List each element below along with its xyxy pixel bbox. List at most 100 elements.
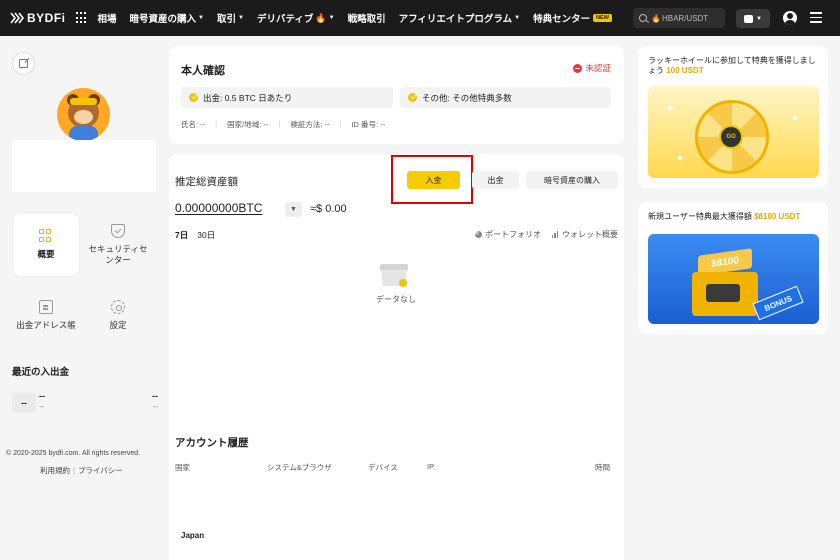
chevron-down-icon: ▼ xyxy=(238,15,244,21)
bar-chart-icon xyxy=(552,231,559,238)
nav-strategy-trading[interactable]: 戦略取引 xyxy=(348,11,386,25)
promo-text: ラッキーホイールに参加して特典を獲得しましょう 100 USDT xyxy=(648,56,816,75)
view-links: ポートフォリオ ウォレット概要 xyxy=(464,229,618,240)
history-cell-country: Japan xyxy=(181,531,205,540)
legal-links: 利用規約 | プライバシー xyxy=(40,466,123,475)
kyc-status-text: 未認証 xyxy=(585,63,611,73)
check-icon xyxy=(189,93,198,102)
terms-link[interactable]: 利用規約 xyxy=(40,466,70,475)
search-hot-pair: HBAR/USDT xyxy=(661,13,709,23)
user-account-icon[interactable] xyxy=(783,11,797,25)
wheel-go-button: GO xyxy=(719,125,743,149)
shield-icon xyxy=(111,224,125,239)
privacy-link[interactable]: プライバシー xyxy=(78,466,123,475)
history-col-system-browser: システム&ブラウザ xyxy=(267,463,332,472)
promo-text: 新規ユーザー特典最大獲得額 $8100 USDT xyxy=(648,212,801,221)
edit-profile-button[interactable] xyxy=(12,52,35,75)
nav-rewards-center[interactable]: 特典センター NEW xyxy=(533,11,612,25)
withdraw-button[interactable]: 出金 xyxy=(472,171,519,189)
wallet-menu-button[interactable]: ▼ xyxy=(736,9,770,28)
new-user-bonus-promo-card[interactable]: 新規ユーザー特典最大獲得額 $8100 USDT $8100 BONUS xyxy=(638,202,828,334)
estimated-assets-card: 推定総資産額 入金 出金 暗号資産の購入 0.00000000BTC ▼ ≈$ … xyxy=(169,154,624,560)
gift-box-icon xyxy=(692,272,758,316)
kyc-perk-text: 出金: 0.5 BTC 日あたり xyxy=(203,92,293,103)
sidebar-item-label: セキュリティセンター xyxy=(88,244,148,265)
recent-transfer-time: -- xyxy=(39,402,45,411)
total-balance-btc: 0.00000000BTC xyxy=(175,201,263,215)
recent-transfer-row: -- -- -- -- -- xyxy=(12,391,158,415)
recent-transfer-amount: -- xyxy=(152,391,158,401)
recent-transfer-status: -- xyxy=(152,402,158,411)
wallet-overview-link[interactable]: ウォレット概要 xyxy=(552,229,618,240)
nav-buy-crypto[interactable]: 暗号資産の購入 ▼ xyxy=(130,11,204,25)
fire-icon: 🔥 xyxy=(651,13,661,23)
promo-highlight: $8100 USDT xyxy=(754,212,801,221)
kyc-field-method: 検証方法: -- xyxy=(290,120,330,129)
tab-7-days[interactable]: 7日 xyxy=(175,229,188,241)
deposit-highlight-box xyxy=(391,155,473,204)
chevron-down-icon: ▼ xyxy=(514,15,521,21)
left-sidebar: 概要 セキュリティセンター 出金アドレス帳 設定 最近の入出金 -- -- --… xyxy=(0,36,163,560)
empty-state-icon xyxy=(380,262,408,288)
sidebar-item-label: 設定 xyxy=(109,320,127,331)
edit-icon xyxy=(19,59,28,68)
sidebar-item-address-book[interactable]: 出金アドレス帳 xyxy=(13,284,79,347)
sidebar-item-security[interactable]: セキュリティセンター xyxy=(85,213,151,276)
kyc-status-link[interactable]: 未認証 xyxy=(573,62,611,74)
sidebar-item-settings[interactable]: 設定 xyxy=(85,284,151,347)
bonus-tag: BONUS xyxy=(752,285,804,321)
nav-derivatives[interactable]: デリバティブ 🔥 ▼ xyxy=(257,11,335,26)
kyc-field-name: 氏名: -- xyxy=(181,120,206,129)
nav-affiliate[interactable]: アフィリエイトプログラム ▼ xyxy=(399,11,520,25)
nav-trade[interactable]: 取引 ▼ xyxy=(217,11,244,25)
nav-markets[interactable]: 相場 xyxy=(98,11,117,25)
unverified-icon xyxy=(573,63,583,73)
sidebar-item-label: 概要 xyxy=(37,249,55,260)
chevron-down-icon: ▼ xyxy=(328,15,335,21)
currency-dropdown[interactable]: ▼ xyxy=(285,202,302,217)
kyc-field-country: 国家/地域: -- xyxy=(227,120,269,129)
kyc-field-id: ID 番号: -- xyxy=(351,120,386,129)
assets-title: 推定総資産額 xyxy=(175,176,238,188)
user-name-box xyxy=(12,140,156,192)
pie-chart-icon xyxy=(475,231,482,238)
lucky-wheel-image: GO xyxy=(648,86,819,178)
bonus-gift-image: $8100 BONUS xyxy=(648,234,819,324)
history-col-time: 時間 xyxy=(595,463,610,472)
kyc-title: 本人確認 xyxy=(181,65,225,77)
kyc-perk-withdrawal: 出金: 0.5 BTC 日あたり xyxy=(181,87,393,108)
brand-logo[interactable]: BYDFi xyxy=(10,11,66,25)
search-icon xyxy=(639,14,647,22)
sidebar-item-overview[interactable]: 概要 xyxy=(13,213,79,276)
chevron-down-icon: ▼ xyxy=(198,15,204,21)
chevron-down-icon: ▼ xyxy=(756,15,762,22)
sidebar-item-label: 出金アドレス帳 xyxy=(16,320,76,331)
top-nav-bar: BYDFi 相場 暗号資産の購入 ▼ 取引 ▼ デリバティブ 🔥 ▼ 戦略取引 アフィリ… xyxy=(0,0,840,36)
total-balance-usd: ≈$ 0.00 xyxy=(310,203,347,215)
buy-crypto-button[interactable]: 暗号資産の購入 xyxy=(526,171,618,189)
main-nav: 相場 暗号資産の購入 ▼ 取引 ▼ デリバティブ 🔥 ▼ 戦略取引 アフィリエイトプログ… xyxy=(98,11,625,25)
kyc-fields: 氏名: -- | 国家/地域: -- | 検証方法: -- | ID 番号: -- xyxy=(181,119,386,129)
history-col-country: 国家 xyxy=(175,463,190,472)
portfolio-link[interactable]: ポートフォリオ xyxy=(475,229,541,240)
tab-30-days[interactable]: 30日 xyxy=(197,229,215,241)
search-input[interactable]: 🔥 HBAR/USDT xyxy=(633,8,725,28)
fire-icon: 🔥 xyxy=(315,12,327,23)
wallet-overview-label: ウォレット概要 xyxy=(562,230,618,239)
recent-transfer-asset: -- xyxy=(39,391,45,401)
hamburger-menu-icon[interactable] xyxy=(810,12,822,23)
apps-grid-icon[interactable] xyxy=(75,12,88,24)
address-book-icon xyxy=(39,300,53,315)
identity-verification-card: 本人確認 未認証 出金: 0.5 BTC 日あたり その他: その他特典多数 氏… xyxy=(169,46,624,144)
brand-name: BYDFi xyxy=(27,11,66,25)
copyright-text: © 2020-2025 bydfi.com. All rights reserv… xyxy=(6,450,140,457)
overview-grid-icon xyxy=(39,229,53,243)
logo-icon xyxy=(10,12,24,24)
history-col-ip: IP xyxy=(427,462,435,471)
recent-transfers-title: 最近の入出金 xyxy=(12,367,70,378)
lucky-wheel-promo-card[interactable]: ラッキーホイールに参加して特典を獲得しましょう 100 USDT GO xyxy=(638,46,828,188)
kyc-perk-other: その他: その他特典多数 xyxy=(400,87,611,108)
kyc-perk-text: その他: その他特典多数 xyxy=(422,92,512,103)
avatar xyxy=(57,88,110,141)
new-badge: NEW xyxy=(593,14,612,22)
